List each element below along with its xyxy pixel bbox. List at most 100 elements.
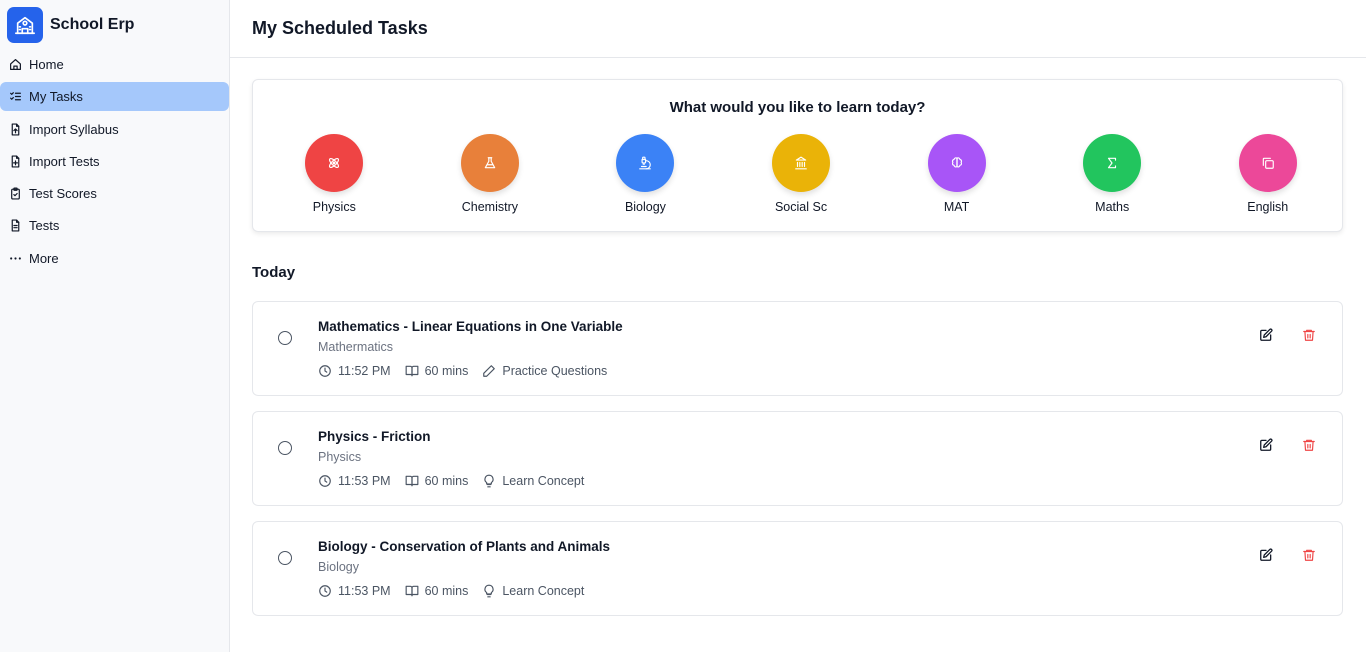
subject-label: Physics (312, 200, 356, 214)
edit-button[interactable] (1258, 547, 1274, 563)
page-title: My Scheduled Tasks (252, 18, 428, 38)
flask-icon (460, 134, 519, 192)
subject-chemistry[interactable]: Chemistry (416, 134, 565, 214)
sidebar-item-import-tests[interactable]: Import Tests (0, 147, 229, 176)
sidebar-item-test-scores[interactable]: Test Scores (0, 179, 229, 208)
task-meta: 11:52 PM 60 mins Practice Questions (318, 364, 621, 378)
sidebar-item-import-syllabus[interactable]: Import Syllabus (0, 115, 229, 144)
task-card: Biology - Conservation of Plants and Ani… (252, 521, 1343, 616)
brand[interactable]: School Erp (0, 0, 229, 50)
clock-icon (319, 365, 331, 377)
subject-english[interactable]: English (1193, 134, 1342, 214)
file-text-icon (8, 219, 22, 233)
sidebar-nav: Home My Tasks Import Syllabus Import Tes… (0, 50, 230, 276)
task-time: 11:53 PM (318, 584, 391, 598)
sigma-icon (1083, 134, 1142, 192)
task-duration-text: 60 mins (424, 364, 469, 378)
task-duration: 60 mins (405, 364, 469, 378)
book-open-icon (405, 585, 418, 597)
school-logo-icon (7, 7, 43, 43)
pencil-icon (483, 365, 496, 377)
task-subject: Mathermatics (318, 340, 394, 354)
edit-icon (1260, 438, 1273, 451)
task-complete-checkbox[interactable] (278, 551, 292, 565)
task-complete-checkbox[interactable] (278, 331, 292, 345)
copy-icon (1238, 134, 1297, 192)
file-plus-icon (8, 154, 22, 168)
task-type: Practice Questions (482, 364, 607, 378)
task-time: 11:53 PM (318, 474, 391, 488)
sidebar-item-more[interactable]: More (0, 244, 229, 273)
main-content: My Scheduled Tasks What would you like t… (230, 0, 1366, 652)
task-time-text: 11:52 PM (338, 364, 391, 378)
lightbulb-icon (484, 474, 494, 488)
task-type-text: Practice Questions (502, 364, 608, 378)
lightbulb-icon (484, 584, 494, 598)
atom-icon (305, 134, 364, 192)
book-open-icon (405, 365, 418, 377)
book-open-icon (405, 475, 418, 487)
task-duration: 60 mins (405, 584, 469, 598)
sidebar-item-label: Home (29, 57, 64, 72)
sidebar-item-label: My Tasks (29, 89, 83, 105)
subject-label: English (1247, 200, 1289, 214)
sidebar-item-label: Tests (29, 218, 60, 234)
task-duration-text: 60 mins (424, 584, 469, 598)
task-actions (1231, 437, 1317, 453)
task-type: Learn Concept (482, 474, 584, 488)
clipboard-check-icon (8, 187, 22, 201)
edit-button[interactable] (1258, 327, 1274, 343)
clock-icon (319, 475, 331, 487)
trash-icon (1303, 329, 1315, 341)
task-meta: 11:53 PM 60 mins Learn Concept (318, 474, 598, 488)
subject-mat[interactable]: MAT (882, 134, 1031, 214)
subject-social-sc[interactable]: Social Sc (727, 134, 876, 214)
sidebar-item-my-tasks[interactable]: My Tasks (0, 82, 229, 112)
edit-icon (1260, 548, 1273, 561)
edit-icon (1260, 328, 1273, 341)
file-upload-icon (8, 122, 22, 136)
delete-button[interactable] (1301, 327, 1317, 343)
task-actions (1231, 327, 1317, 343)
task-title: Physics - Friction (318, 429, 431, 444)
subject-physics[interactable]: Physics (260, 134, 409, 214)
subjects-row: Physics Chemistry Biology Social Sc MAT … (253, 134, 1342, 214)
task-type-text: Learn Concept (502, 584, 585, 598)
task-complete-checkbox[interactable] (278, 441, 292, 455)
delete-button[interactable] (1301, 547, 1317, 563)
app-name: School Erp (50, 16, 135, 33)
sidebar-item-tests[interactable]: Tests (0, 211, 229, 240)
task-title: Mathematics - Linear Equations in One Va… (318, 319, 623, 334)
subject-label: Maths (1095, 200, 1130, 214)
subject-label: MAT (943, 200, 970, 214)
clock-icon (319, 585, 331, 597)
task-meta: 11:53 PM 60 mins Learn Concept (318, 584, 598, 598)
task-subject: Biology (318, 560, 359, 574)
delete-button[interactable] (1301, 437, 1317, 453)
task-actions (1231, 547, 1317, 563)
subject-maths[interactable]: Maths (1038, 134, 1187, 214)
subject-biology[interactable]: Biology (571, 134, 720, 214)
task-duration: 60 mins (405, 474, 469, 488)
task-time-text: 11:53 PM (338, 474, 391, 488)
sidebar-item-label: Test Scores (29, 186, 97, 202)
subject-label: Social Sc (774, 200, 828, 214)
trash-icon (1303, 549, 1315, 561)
task-card: Mathematics - Linear Equations in One Va… (252, 301, 1343, 396)
microscope-icon (616, 134, 675, 192)
sidebar-item-label: Import Syllabus (29, 121, 119, 137)
task-title: Biology - Conservation of Plants and Ani… (318, 539, 611, 554)
task-duration-text: 60 mins (424, 474, 469, 488)
brain-icon (927, 134, 986, 192)
task-time-text: 11:53 PM (338, 584, 391, 598)
task-type: Learn Concept (482, 584, 584, 598)
task-type-text: Learn Concept (502, 474, 585, 488)
task-subject: Physics (318, 450, 362, 464)
trash-icon (1303, 439, 1315, 451)
sidebar-item-home[interactable]: Home (0, 50, 229, 79)
home-icon (8, 58, 22, 72)
edit-button[interactable] (1258, 437, 1274, 453)
subject-label: Biology (624, 200, 666, 214)
sidebar-item-label: Import Tests (29, 153, 100, 169)
task-time: 11:52 PM (318, 364, 391, 378)
